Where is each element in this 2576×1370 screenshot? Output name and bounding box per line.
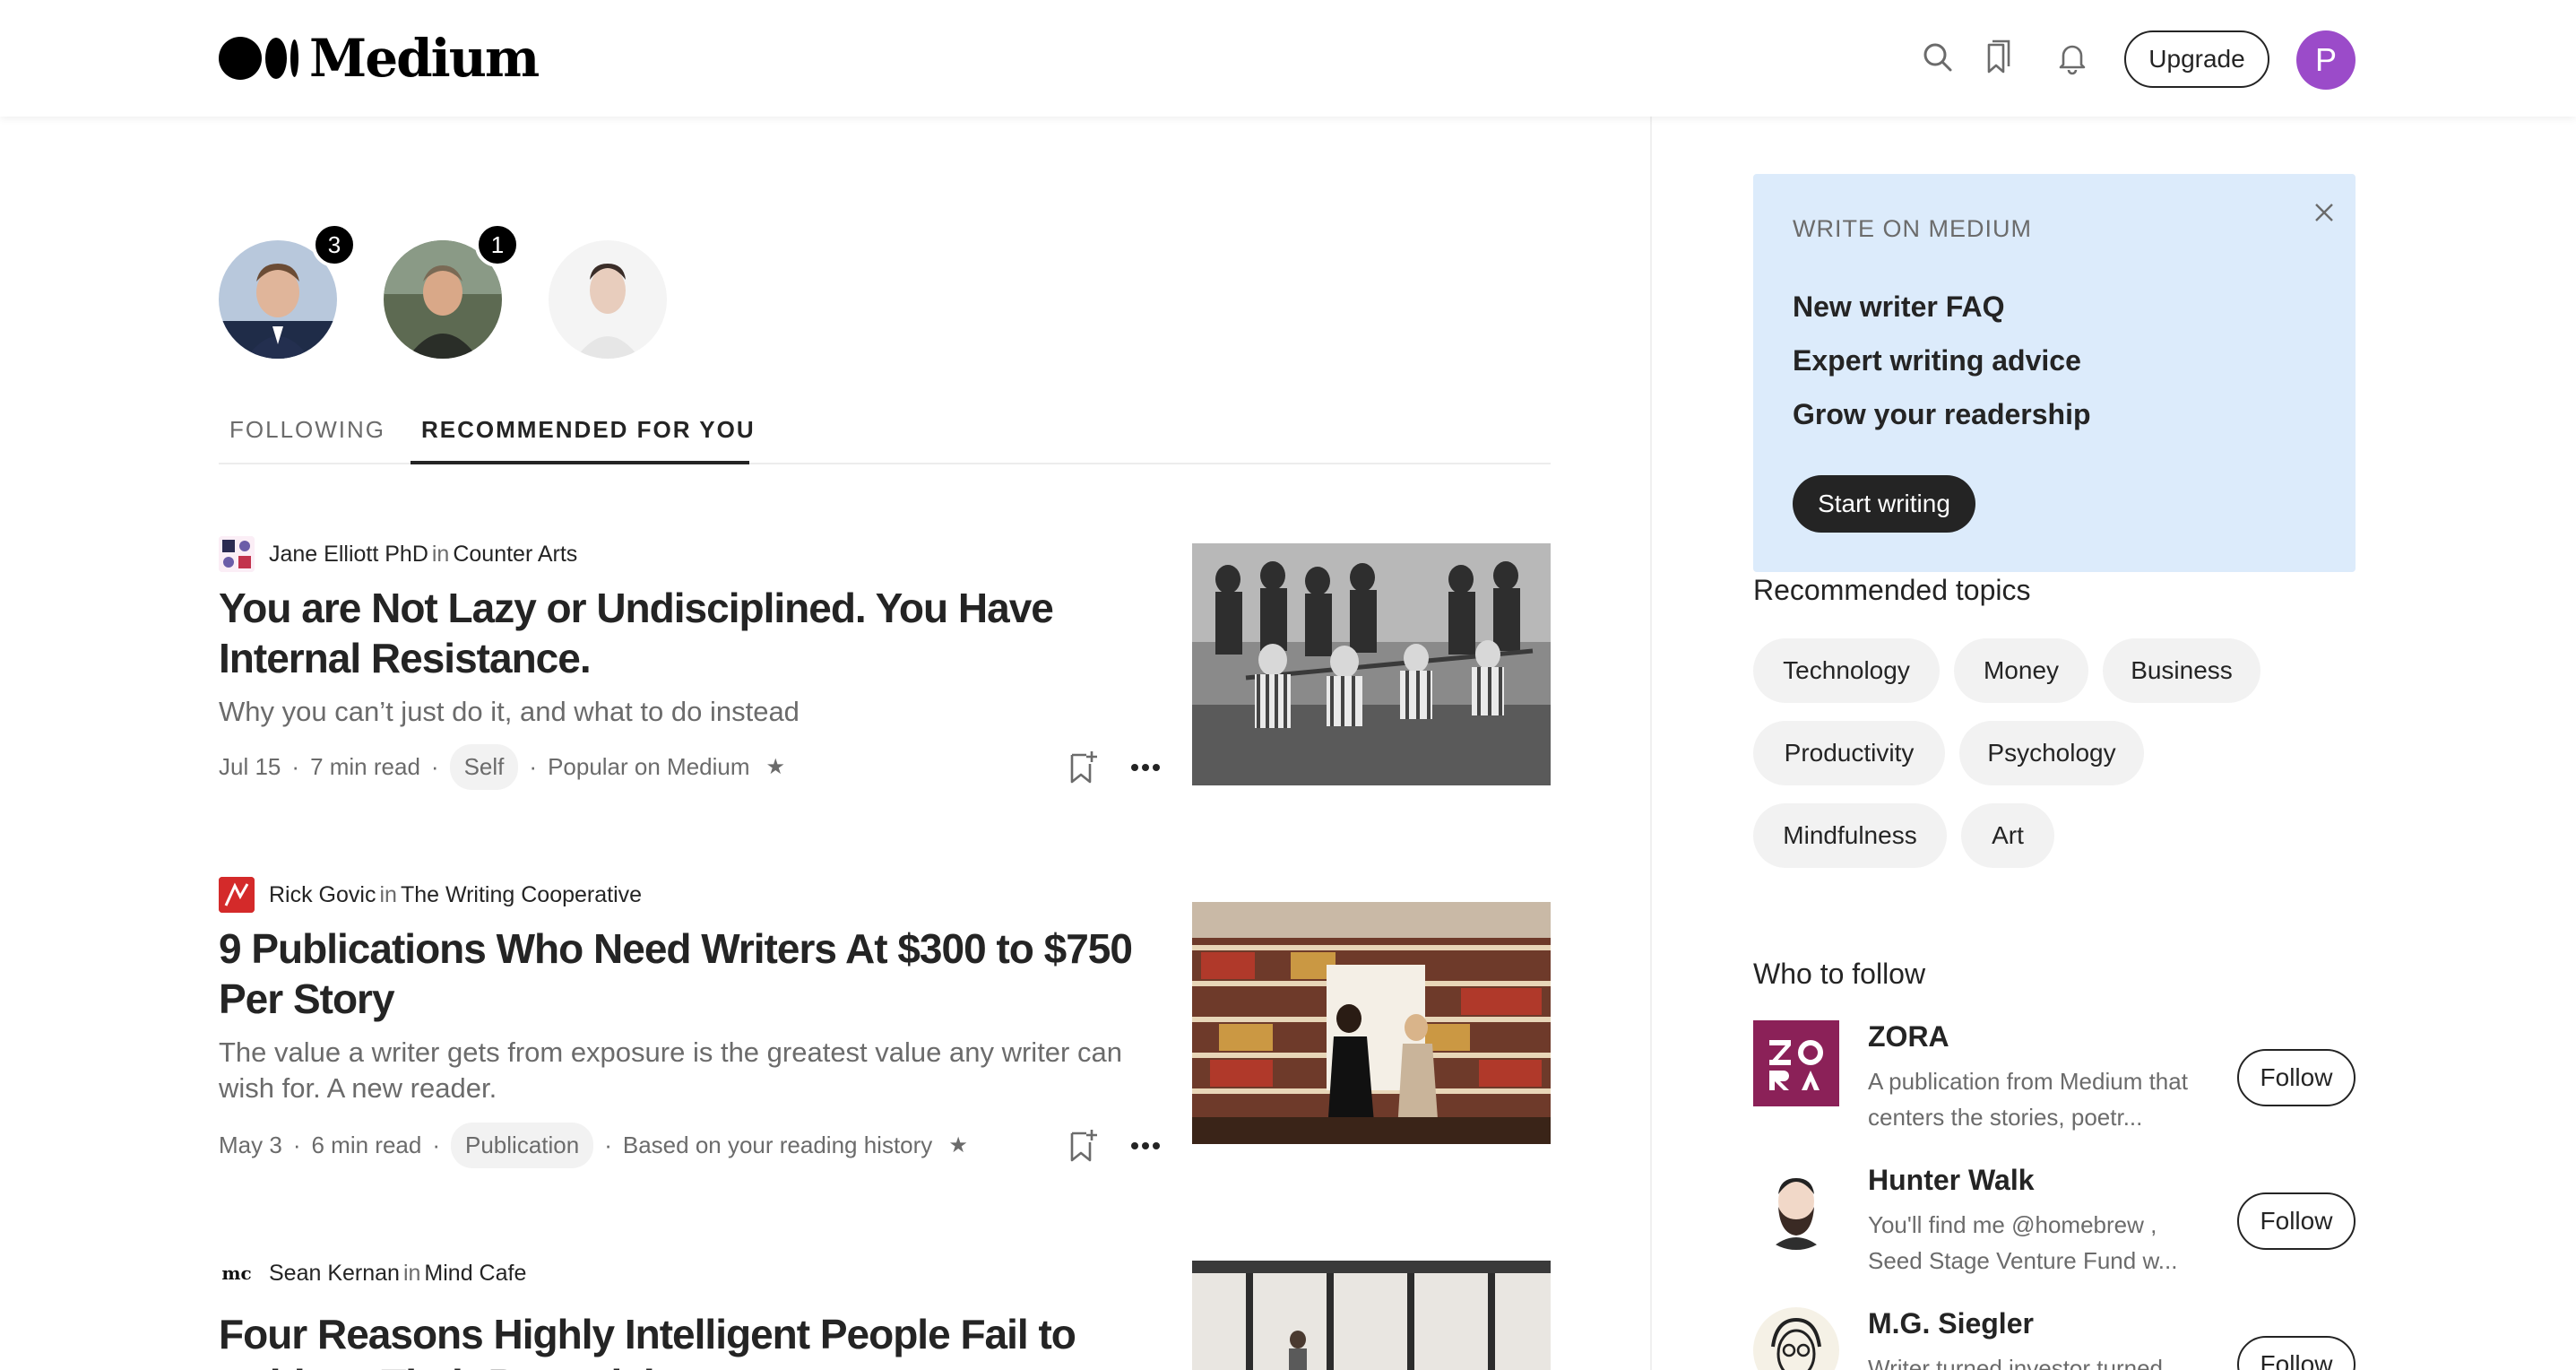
- article-thumbnail[interactable]: [1192, 1261, 1551, 1370]
- article-actions: [1065, 1128, 1163, 1164]
- bookmarks-icon[interactable]: [1981, 39, 2017, 75]
- expert-writing-advice-link[interactable]: Expert writing advice: [1793, 344, 2081, 377]
- article-thumbnail[interactable]: [1192, 543, 1551, 785]
- active-tab-underline: [411, 461, 749, 464]
- read-time: 7 min read: [310, 752, 420, 780]
- publication-name[interactable]: Counter Arts: [453, 542, 577, 568]
- close-icon[interactable]: [2309, 197, 2339, 228]
- article-meta: Jul 15 · 7 min read · Self · Popular on …: [219, 743, 786, 790]
- start-writing-button[interactable]: Start writing: [1793, 475, 1975, 533]
- article-tag[interactable]: Self: [449, 743, 519, 790]
- article-subtitle[interactable]: The value a writer gets from exposure is…: [219, 1035, 1169, 1106]
- new-stories-badge: 1: [475, 222, 520, 267]
- in-word: in: [402, 1260, 421, 1286]
- follow-name[interactable]: ZORA: [1868, 1020, 1949, 1054]
- top-navbar: Medium Upgrade P: [0, 0, 2576, 117]
- article-author-row: Jane Elliott PhD in Counter Arts: [219, 536, 577, 572]
- article-meta: May 3 · 6 min read · Publication · Based…: [219, 1122, 968, 1168]
- article-tag[interactable]: Publication: [451, 1122, 594, 1168]
- article-author-row: Rick Govic in The Writing Cooperative: [219, 877, 642, 913]
- medium-logo-mark: [219, 37, 298, 80]
- follow-name[interactable]: Hunter Walk: [1868, 1164, 2035, 1197]
- author-name[interactable]: Rick Govic: [269, 882, 376, 908]
- follow-suggestion: M.G. Siegler Writer turned investor turn…: [1753, 1307, 2356, 1370]
- author-name[interactable]: Sean Kernan: [269, 1261, 400, 1287]
- article-title[interactable]: 9 Publications Who Need Writers At $300 …: [219, 923, 1169, 1024]
- counter-arts-icon[interactable]: [219, 536, 255, 572]
- topic-art[interactable]: Art: [1961, 803, 2054, 868]
- in-word: in: [379, 881, 397, 907]
- more-options-icon[interactable]: [1128, 750, 1163, 785]
- publication-name[interactable]: Mind Cafe: [424, 1261, 526, 1287]
- follow-description: A publication from Medium that centers t…: [1868, 1068, 2188, 1131]
- star-icon: ★: [948, 1132, 968, 1158]
- topic-productivity[interactable]: Productivity: [1753, 721, 1945, 785]
- star-icon: ★: [765, 754, 786, 779]
- topic-psychology[interactable]: Psychology: [1959, 721, 2144, 785]
- recommendation-reason: Popular on Medium: [548, 752, 750, 780]
- logo-text: Medium: [309, 28, 540, 89]
- topic-money[interactable]: Money: [1954, 638, 2088, 703]
- feed-tabs: FOLLOWING RECOMMENDED FOR YOU: [219, 411, 1551, 464]
- read-time: 6 min read: [311, 1131, 422, 1158]
- follow-description: You'll find me @homebrew , Seed Stage Ve…: [1868, 1211, 2178, 1274]
- author-name[interactable]: Jane Elliott PhD: [269, 542, 428, 568]
- follow-button[interactable]: Follow: [2237, 1192, 2356, 1250]
- mind-cafe-icon[interactable]: mc: [219, 1255, 255, 1291]
- publication-name[interactable]: The Writing Cooperative: [401, 882, 642, 908]
- article-actions: [1065, 750, 1163, 785]
- bookmark-add-icon[interactable]: [1065, 1128, 1101, 1164]
- article-subtitle[interactable]: Why you can’t just do it, and what to do…: [219, 694, 1169, 730]
- follow-button[interactable]: Follow: [2237, 1336, 2356, 1370]
- grow-readership-link[interactable]: Grow your readership: [1793, 398, 2091, 431]
- recommendation-reason: Based on your reading history: [622, 1131, 933, 1158]
- write-on-medium-card: WRITE ON MEDIUM New writer FAQ Expert wr…: [1753, 174, 2356, 572]
- topic-technology[interactable]: Technology: [1753, 638, 1940, 703]
- follow-suggestion: Hunter Walk You'll find me @homebrew , S…: [1753, 1164, 2356, 1274]
- column-divider: [1650, 117, 1652, 1370]
- article-card[interactable]: mc Sean Kernan in Mind Cafe Four Reasons…: [219, 1255, 1551, 1370]
- tab-following[interactable]: FOLLOWING: [229, 416, 385, 444]
- new-stories-badge: 3: [312, 222, 357, 267]
- topic-mindfulness[interactable]: Mindfulness: [1753, 803, 1947, 868]
- user-avatar[interactable]: P: [2296, 30, 2356, 90]
- new-writer-faq-link[interactable]: New writer FAQ: [1793, 290, 2005, 324]
- search-icon[interactable]: [1920, 39, 1956, 75]
- bell-icon[interactable]: [2054, 39, 2090, 75]
- article-card[interactable]: Rick Govic in The Writing Cooperative 9 …: [219, 877, 1551, 1168]
- follow-button[interactable]: Follow: [2237, 1049, 2356, 1106]
- follow-suggestion: ZORA A publication from Medium that cent…: [1753, 1020, 2356, 1131]
- article-title[interactable]: You are Not Lazy or Undisciplined. You H…: [219, 583, 1169, 683]
- hunter-walk-avatar[interactable]: [1753, 1164, 1839, 1250]
- in-word: in: [431, 541, 450, 567]
- follow-description: Writer turned investor turned...: [1868, 1355, 2183, 1370]
- article-date: Jul 15: [219, 752, 281, 780]
- article-author-row: mc Sean Kernan in Mind Cafe: [219, 1255, 526, 1291]
- topic-business[interactable]: Business: [2103, 638, 2260, 703]
- writing-cooperative-icon[interactable]: [219, 877, 255, 913]
- who-to-follow-heading: Who to follow: [1753, 958, 1926, 990]
- follow-name[interactable]: M.G. Siegler: [1868, 1307, 2034, 1340]
- article-thumbnail[interactable]: [1192, 902, 1551, 1144]
- more-options-icon[interactable]: [1128, 1128, 1163, 1164]
- article-date: May 3: [219, 1131, 282, 1158]
- tab-recommended[interactable]: RECOMMENDED FOR YOU: [421, 416, 756, 444]
- following-avatar-3[interactable]: [549, 240, 667, 359]
- bookmark-add-icon[interactable]: [1065, 750, 1101, 785]
- upgrade-button[interactable]: Upgrade: [2124, 30, 2269, 88]
- medium-logo[interactable]: Medium: [219, 28, 540, 89]
- mg-siegler-avatar[interactable]: [1753, 1307, 1839, 1370]
- zora-logo[interactable]: [1753, 1020, 1839, 1106]
- article-title[interactable]: Four Reasons Highly Intelligent People F…: [219, 1309, 1169, 1370]
- recommended-topics-heading: Recommended topics: [1753, 574, 2031, 606]
- article-card[interactable]: Jane Elliott PhD in Counter Arts You are…: [219, 536, 1551, 805]
- write-on-medium-title: WRITE ON MEDIUM: [1793, 215, 2032, 242]
